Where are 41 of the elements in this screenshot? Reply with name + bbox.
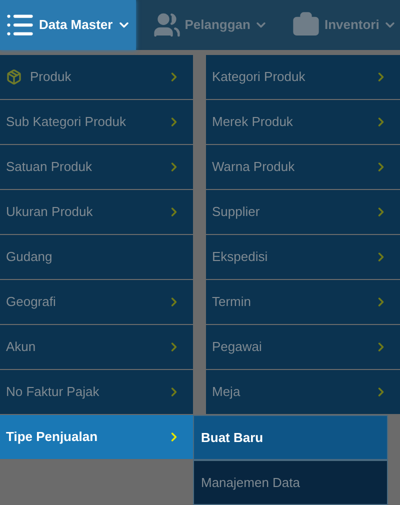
menu-item[interactable]: Meja xyxy=(206,370,400,415)
menu-item[interactable]: Produk xyxy=(0,55,193,100)
menu-item-label: Supplier xyxy=(212,203,260,222)
menu-item-label: Produk xyxy=(30,68,72,86)
menu-item[interactable]: Pegawai xyxy=(206,325,400,370)
menu-item-label: Pegawai xyxy=(212,338,262,356)
menu-item[interactable]: Merek Produk xyxy=(206,100,400,145)
menu-item[interactable]: Kategori Produk xyxy=(206,55,400,100)
menu-item[interactable]: Gudang xyxy=(0,235,193,280)
box-icon xyxy=(6,69,22,85)
nav-tab[interactable]: Inventori xyxy=(287,0,400,50)
menu-item[interactable]: Geografi xyxy=(0,280,193,325)
menu-item[interactable]: Warna Produk xyxy=(206,145,400,190)
menu-item-label: Tipe Penjualan xyxy=(6,428,98,446)
menu-item-label: No Faktur Pajak xyxy=(6,383,100,402)
menu-item[interactable]: Sub Kategori Produk xyxy=(0,100,193,145)
menu-item-label: Warna Produk xyxy=(212,158,295,176)
menu-item-label: Kategori Produk xyxy=(212,68,306,86)
menu-item[interactable]: Akun xyxy=(0,325,193,370)
menu-item-label: Sub Kategori Produk xyxy=(6,113,126,132)
nav-tab[interactable]: Pelanggan xyxy=(148,0,274,50)
users-icon xyxy=(152,11,181,39)
menu-item-label: Akun xyxy=(6,338,36,356)
nav-tab[interactable]: Data Master xyxy=(0,0,136,50)
menu-item-label: Meja xyxy=(212,383,240,402)
menu-item-label: Geografi xyxy=(6,293,56,312)
menu-item-label: Satuan Produk xyxy=(6,158,92,176)
menu-item[interactable]: Ukuran Produk xyxy=(0,190,193,235)
menu-item-label: Gudang xyxy=(6,248,52,266)
menu-item-label: Merek Produk xyxy=(212,113,293,132)
menu-item[interactable]: Satuan Produk xyxy=(0,145,193,190)
submenu-item[interactable]: Manajemen Data xyxy=(193,460,388,505)
menu-item-label: Termin xyxy=(212,293,252,312)
menu-item[interactable]: Termin xyxy=(206,280,400,325)
menu-item[interactable]: Tipe Penjualan xyxy=(0,415,193,460)
menu-item-label: Ekspedisi xyxy=(212,248,268,266)
menu-item[interactable]: Supplier xyxy=(206,190,400,235)
submenu-item[interactable]: Buat Baru xyxy=(193,415,388,460)
menu-item[interactable]: Ekspedisi xyxy=(206,235,400,280)
menu-item-label: Ukuran Produk xyxy=(6,203,93,222)
menu-item[interactable]: No Faktur Pajak xyxy=(0,370,193,415)
